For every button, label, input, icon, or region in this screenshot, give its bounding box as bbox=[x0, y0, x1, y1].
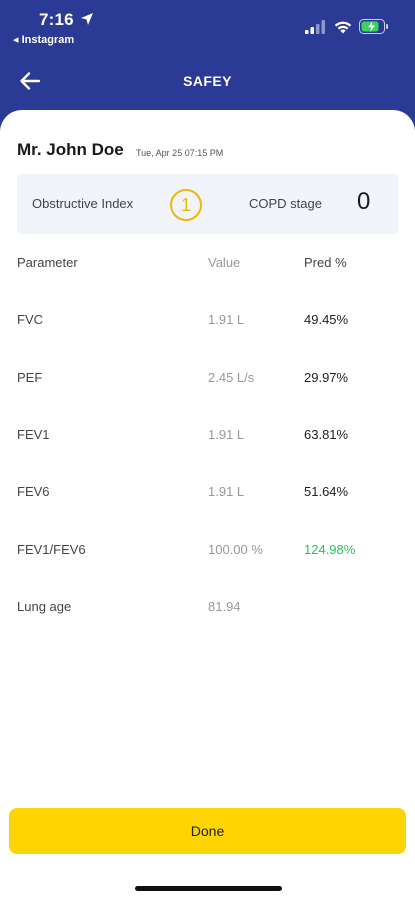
app-header: SAFEY bbox=[0, 56, 415, 110]
location-arrow-icon bbox=[81, 13, 93, 25]
table-row: FEV1/FEV6 100.00 % 124.98% bbox=[0, 542, 415, 572]
status-time: 7:16 bbox=[39, 10, 74, 29]
table-row: FVC 1.91 L 49.45% bbox=[0, 312, 415, 342]
table-row: Lung age 81.94 bbox=[0, 599, 415, 629]
parameter-value: 81.94 bbox=[208, 599, 241, 614]
parameter-pred: 63.81% bbox=[304, 427, 349, 442]
parameter-name: Lung age bbox=[17, 599, 72, 614]
parameter-name: FEV1/FEV6 bbox=[17, 542, 86, 557]
back-to-app-link[interactable]: ◂ Instagram bbox=[13, 33, 74, 46]
wifi-icon bbox=[334, 21, 352, 33]
parameter-pred: 51.64% bbox=[304, 484, 349, 499]
status-bar: 7:16 ◂ Instagram bbox=[0, 0, 415, 56]
done-button[interactable]: Done bbox=[9, 808, 406, 854]
cellular-signal-icon bbox=[305, 19, 325, 34]
results-card: Mr. John Doe Tue, Apr 25 07:15 PM Obstru… bbox=[0, 110, 415, 900]
parameter-name: PEF bbox=[17, 370, 43, 385]
table-header: Parameter Value Pred % bbox=[0, 255, 415, 285]
column-header-value: Value bbox=[208, 255, 241, 270]
parameter-value: 100.00 % bbox=[208, 542, 263, 557]
home-indicator[interactable] bbox=[135, 886, 282, 891]
table-row: FEV1 1.91 L 63.81% bbox=[0, 427, 415, 457]
battery-charging-icon bbox=[359, 19, 388, 34]
status-icons bbox=[305, 19, 389, 34]
parameter-value: 2.45 L/s bbox=[208, 370, 255, 385]
parameter-pred: 29.97% bbox=[304, 370, 349, 385]
obstructive-index-badge: 1 bbox=[170, 189, 202, 221]
table-row: PEF 2.45 L/s 29.97% bbox=[0, 370, 415, 400]
obstructive-index-label: Obstructive Index bbox=[32, 196, 134, 211]
test-datetime: Tue, Apr 25 07:15 PM bbox=[136, 148, 224, 158]
column-header-parameter: Parameter bbox=[17, 255, 78, 270]
patient-name: Mr. John Doe bbox=[17, 140, 124, 159]
parameter-value: 1.91 L bbox=[208, 312, 245, 327]
parameter-pred: 49.45% bbox=[304, 312, 349, 327]
page-title: SAFEY bbox=[183, 73, 232, 89]
parameter-name: FVC bbox=[17, 312, 43, 327]
parameter-name: FEV6 bbox=[17, 484, 50, 499]
summary-box: Obstructive Index 1 COPD stage 0 bbox=[17, 174, 398, 234]
parameter-value: 1.91 L bbox=[208, 427, 245, 442]
parameter-pred: 124.98% bbox=[304, 542, 356, 557]
copd-stage-label: COPD stage bbox=[249, 196, 322, 211]
parameter-name: FEV1 bbox=[17, 427, 50, 442]
parameter-value: 1.91 L bbox=[208, 484, 245, 499]
copd-stage-value: 0 bbox=[357, 188, 371, 215]
table-row: FEV6 1.91 L 51.64% bbox=[0, 484, 415, 514]
column-header-pred: Pred % bbox=[304, 255, 347, 270]
